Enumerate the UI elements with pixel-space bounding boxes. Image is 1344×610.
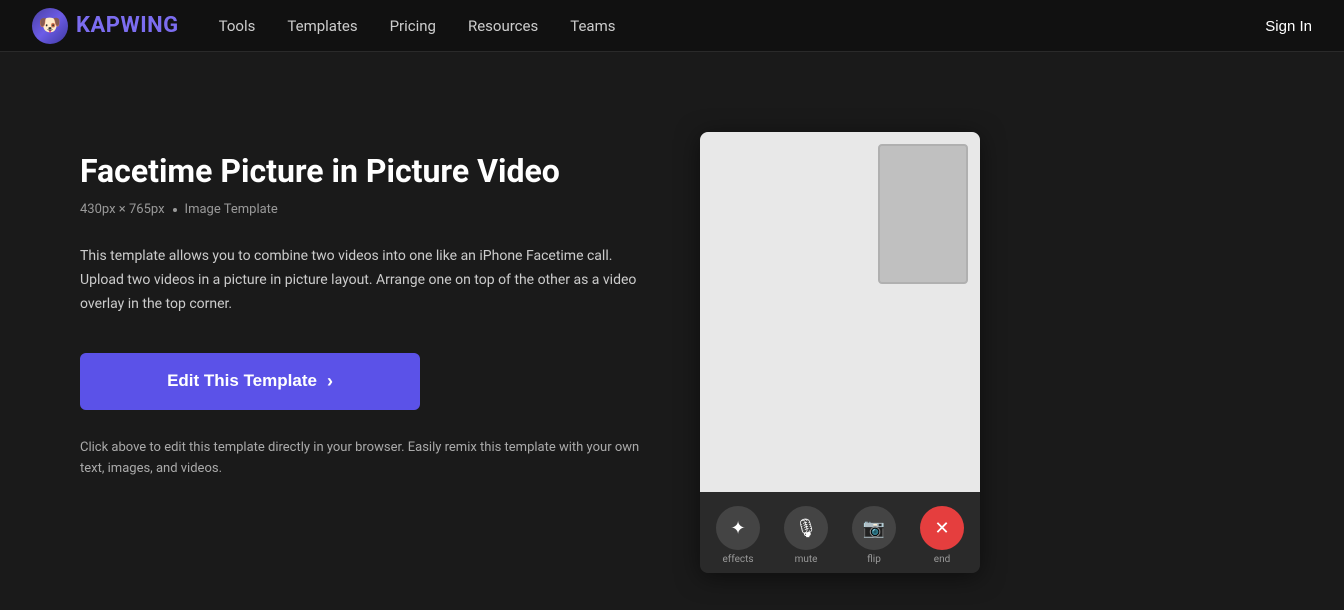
right-section: ✦ effects 🎙 mute 📷 flip ✕ end	[700, 132, 980, 573]
mute-button[interactable]: 🎙	[784, 506, 828, 550]
template-description: This template allows you to combine two …	[80, 245, 640, 316]
bottom-note: Click above to edit this template direct…	[80, 438, 640, 480]
mute-label: mute	[795, 554, 818, 565]
logo-text: KAPWING	[76, 13, 179, 38]
preview-main-area	[700, 132, 980, 492]
nav-links: Tools Templates Pricing Resources Teams	[219, 16, 1266, 35]
meta-dot	[173, 208, 177, 212]
meta-info: 430px × 765px Image Template	[80, 202, 640, 217]
page-title: Facetime Picture in Picture Video	[80, 152, 640, 190]
meta-dimensions: 430px × 765px	[80, 202, 165, 217]
chevron-right-icon: ›	[327, 371, 333, 392]
preview-controls: ✦ effects 🎙 mute 📷 flip ✕ end	[700, 492, 980, 573]
logo-link[interactable]: 🐶 KAPWING	[32, 8, 179, 44]
preview-container: ✦ effects 🎙 mute 📷 flip ✕ end	[700, 132, 980, 573]
edit-button-label: Edit This Template	[167, 371, 317, 391]
nav-resources[interactable]: Resources	[468, 17, 538, 35]
nav-tools[interactable]: Tools	[219, 17, 256, 35]
meta-type: Image Template	[185, 202, 278, 217]
logo-icon: 🐶	[32, 8, 68, 44]
mute-control: 🎙 mute	[784, 506, 828, 565]
nav-templates[interactable]: Templates	[287, 17, 357, 35]
flip-button[interactable]: 📷	[852, 506, 896, 550]
edit-template-button[interactable]: Edit This Template ›	[80, 353, 420, 410]
end-control: ✕ end	[920, 506, 964, 565]
main-content: Facetime Picture in Picture Video 430px …	[0, 52, 1344, 610]
flip-label: flip	[867, 554, 881, 565]
control-buttons-row: ✦ effects 🎙 mute 📷 flip ✕ end	[716, 506, 964, 565]
end-label: end	[934, 554, 950, 565]
pip-overlay	[878, 144, 968, 284]
flip-control: 📷 flip	[852, 506, 896, 565]
sign-in-button[interactable]: Sign In	[1265, 18, 1312, 35]
nav-teams[interactable]: Teams	[570, 17, 615, 35]
nav-pricing[interactable]: Pricing	[390, 17, 436, 35]
end-button[interactable]: ✕	[920, 506, 964, 550]
effects-label: effects	[722, 554, 753, 565]
effects-control: ✦ effects	[716, 506, 760, 565]
navbar-right: Sign In	[1265, 16, 1312, 35]
left-section: Facetime Picture in Picture Video 430px …	[80, 132, 640, 479]
effects-button[interactable]: ✦	[716, 506, 760, 550]
navbar: 🐶 KAPWING Tools Templates Pricing Resour…	[0, 0, 1344, 52]
